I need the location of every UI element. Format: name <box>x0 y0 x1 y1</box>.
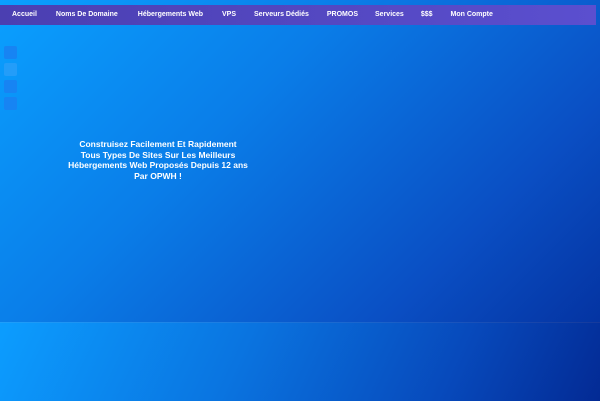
side-button-1[interactable] <box>4 46 17 59</box>
nav-item-serveurs-dedies[interactable]: Serveurs Dédiés <box>254 5 309 25</box>
nav-item-mon-compte[interactable]: Mon Compte <box>451 5 493 25</box>
hero-headline: Construisez Facilement Et Rapidement Tou… <box>40 139 276 181</box>
hero-line: Tous Types De Sites Sur Les Meilleurs <box>80 149 236 160</box>
nav-item-hebergements-web[interactable]: Hébergements Web <box>138 5 203 25</box>
side-button-2[interactable] <box>4 63 17 76</box>
nav-item-vps[interactable]: VPS <box>222 5 236 25</box>
nav-item-accueil[interactable]: Accueil <box>12 5 37 25</box>
nav-item-services[interactable]: Services <box>375 5 404 25</box>
hero-line: Par OPWH ! <box>134 170 182 181</box>
main-navigation: Accueil Noms De Domaine Hébergements Web… <box>0 5 596 25</box>
nav-item-noms-de-domaine[interactable]: Noms De Domaine <box>56 5 118 25</box>
hero-line: Hébergements Web Proposés Depuis 12 ans <box>68 160 248 170</box>
hero-line: Construisez Facilement Et Rapidement <box>79 139 237 149</box>
nav-item-promos[interactable]: PROMOS <box>327 5 358 25</box>
nav-item-dollars[interactable]: $$$ <box>421 5 433 25</box>
side-button-3[interactable] <box>4 80 17 93</box>
bottom-section <box>0 322 600 401</box>
side-social-buttons <box>4 46 17 114</box>
side-button-4[interactable] <box>4 97 17 110</box>
